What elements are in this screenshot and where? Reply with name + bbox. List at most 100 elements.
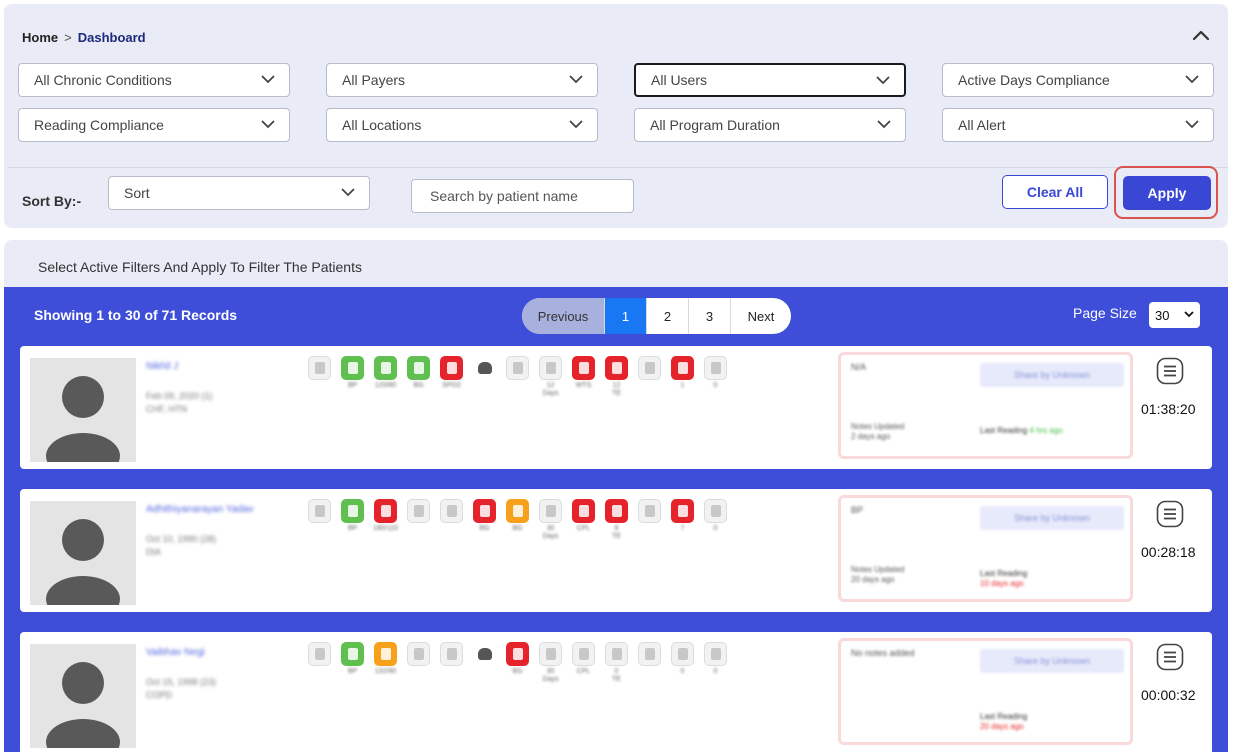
vital-status-icon[interactable]: CPL (567, 499, 600, 541)
vital-status-icon[interactable] (468, 356, 501, 398)
vital-status-icon[interactable] (435, 642, 468, 684)
share-notes-button[interactable]: Share by Unknown (980, 506, 1124, 530)
patient-menu-button[interactable] (1156, 643, 1184, 671)
vital-status-icon[interactable]: BG (501, 642, 534, 684)
vital-status-icon[interactable]: 0 (699, 499, 732, 541)
users-select[interactable]: All Users (634, 63, 906, 97)
sort-select[interactable]: Sort (108, 176, 370, 210)
vital-status-icon[interactable] (402, 642, 435, 684)
patient-dob: Feb 09, 2020 (1) (146, 391, 213, 401)
vital-status-icon[interactable]: BG (501, 499, 534, 541)
pagination-page-2[interactable]: 2 (647, 298, 689, 334)
chevron-down-icon (341, 188, 355, 197)
vitals-icons-row: BP 180/110 BG BG 30 Days CPL 8 TE 7 0 (303, 499, 732, 541)
vital-caption: BP (347, 382, 358, 389)
vital-status-icon[interactable]: 7 (666, 499, 699, 541)
patient-name[interactable]: Adhithiyanarayan Yadav (146, 503, 256, 516)
share-notes-button[interactable]: Share by Unknown (980, 363, 1124, 387)
vital-status-icon[interactable] (402, 499, 435, 541)
page-size-select[interactable]: 30 (1149, 302, 1200, 328)
vital-tile-icon (539, 642, 562, 666)
vital-status-icon[interactable]: SPO2 (435, 356, 468, 398)
vital-tile-icon (506, 356, 529, 380)
vital-status-icon[interactable]: 12 TE (600, 356, 633, 398)
patient-name[interactable]: Nikhil J (146, 360, 256, 373)
reading-compliance-select[interactable]: Reading Compliance (18, 108, 290, 142)
vital-caption: BG (512, 525, 523, 532)
vital-tile-icon (341, 499, 364, 523)
vital-status-icon[interactable]: BG (468, 499, 501, 541)
vital-status-icon[interactable]: 0 (699, 642, 732, 684)
vital-caption: 30 Days (542, 668, 559, 683)
vital-status-icon[interactable] (633, 499, 666, 541)
vital-status-icon[interactable]: 30 Days (534, 642, 567, 684)
vital-status-icon[interactable]: 132/90 (369, 642, 402, 684)
patient-card[interactable]: Nikhil J Feb 09, 2020 (1) CHF, HTN BP 120… (20, 346, 1212, 469)
vital-caption: 0 (713, 668, 718, 675)
pagination-next[interactable]: Next (731, 298, 791, 334)
alert-select[interactable]: All Alert (942, 108, 1214, 142)
pagination-page-3[interactable]: 3 (689, 298, 731, 334)
patient-card[interactable]: Vaibhav Negi Oct 15, 1998 (23) COPD BP 13… (20, 632, 1212, 752)
avatar[interactable] (30, 358, 136, 462)
vital-status-icon[interactable]: 12 Days (534, 356, 567, 398)
vital-status-icon[interactable]: 120/80 (369, 356, 402, 398)
patient-card[interactable]: Adhithiyanarayan Yadav Oct 10, 1990 (28)… (20, 489, 1212, 612)
vital-status-icon[interactable]: BP (336, 356, 369, 398)
share-notes-button[interactable]: Share by Unknown (980, 649, 1124, 673)
pagination-page-1[interactable]: 1 (605, 298, 647, 334)
vital-status-icon[interactable]: BP (336, 642, 369, 684)
vital-status-icon[interactable] (633, 642, 666, 684)
clear-all-button[interactable]: Clear All (1002, 175, 1108, 209)
vital-status-icon[interactable] (303, 356, 336, 398)
vital-tile-icon (473, 499, 496, 523)
vital-status-icon[interactable]: BG (402, 356, 435, 398)
apply-button[interactable]: Apply (1123, 176, 1211, 210)
pagination-previous[interactable]: Previous (522, 298, 605, 334)
patient-search-input[interactable] (411, 179, 634, 213)
vital-status-icon[interactable]: 0 (699, 356, 732, 398)
vital-status-icon[interactable] (501, 356, 534, 398)
chevron-down-icon (569, 75, 583, 84)
vital-tile-icon (374, 356, 397, 380)
vital-status-icon[interactable] (633, 356, 666, 398)
active-days-compliance-select[interactable]: Active Days Compliance (942, 63, 1214, 97)
collapse-filters-button[interactable] (1190, 24, 1212, 46)
avatar[interactable] (30, 644, 136, 748)
vital-status-icon[interactable] (303, 642, 336, 684)
vital-status-icon[interactable]: 180/110 (369, 499, 402, 541)
vital-status-icon[interactable] (303, 499, 336, 541)
vital-caption: 30 Days (542, 525, 559, 540)
patient-menu-button[interactable] (1156, 500, 1184, 528)
last-reading: Last Reading 20 days ago (980, 712, 1028, 731)
vital-status-icon[interactable]: 0 (666, 642, 699, 684)
vital-status-icon[interactable]: WTS (567, 356, 600, 398)
vital-status-icon[interactable]: 1 (666, 356, 699, 398)
vital-status-icon[interactable]: BP (336, 499, 369, 541)
payers-select[interactable]: All Payers (326, 63, 598, 97)
patient-menu-button[interactable] (1156, 357, 1184, 385)
vital-tile-icon (605, 356, 628, 380)
chronic-conditions-select[interactable]: All Chronic Conditions (18, 63, 290, 97)
vital-status-icon[interactable] (468, 642, 501, 684)
program-duration-select[interactable]: All Program Duration (634, 108, 906, 142)
vitals-icons-row: BP 132/90 BG 30 Days CPL 0 TE 0 0 (303, 642, 732, 684)
vital-tile-icon (440, 642, 463, 666)
notes-title: BP (851, 505, 864, 515)
vital-status-icon[interactable]: 30 Days (534, 499, 567, 541)
page-size-value: 30 (1155, 307, 1170, 323)
vital-tile-icon (374, 499, 397, 523)
vital-tile-icon (506, 499, 529, 523)
vital-status-icon[interactable]: 0 TE (600, 642, 633, 684)
avatar[interactable] (30, 501, 136, 605)
vital-tile-icon (638, 356, 661, 380)
breadcrumb-home[interactable]: Home (22, 30, 58, 45)
vital-status-icon[interactable]: 8 TE (600, 499, 633, 541)
vital-tile-icon (440, 499, 463, 523)
vital-tile-icon (704, 356, 727, 380)
locations-select[interactable]: All Locations (326, 108, 598, 142)
vital-status-icon[interactable] (435, 499, 468, 541)
vital-status-icon[interactable]: CPL (567, 642, 600, 684)
vital-tile-icon (638, 499, 661, 523)
patient-name[interactable]: Vaibhav Negi (146, 646, 256, 659)
